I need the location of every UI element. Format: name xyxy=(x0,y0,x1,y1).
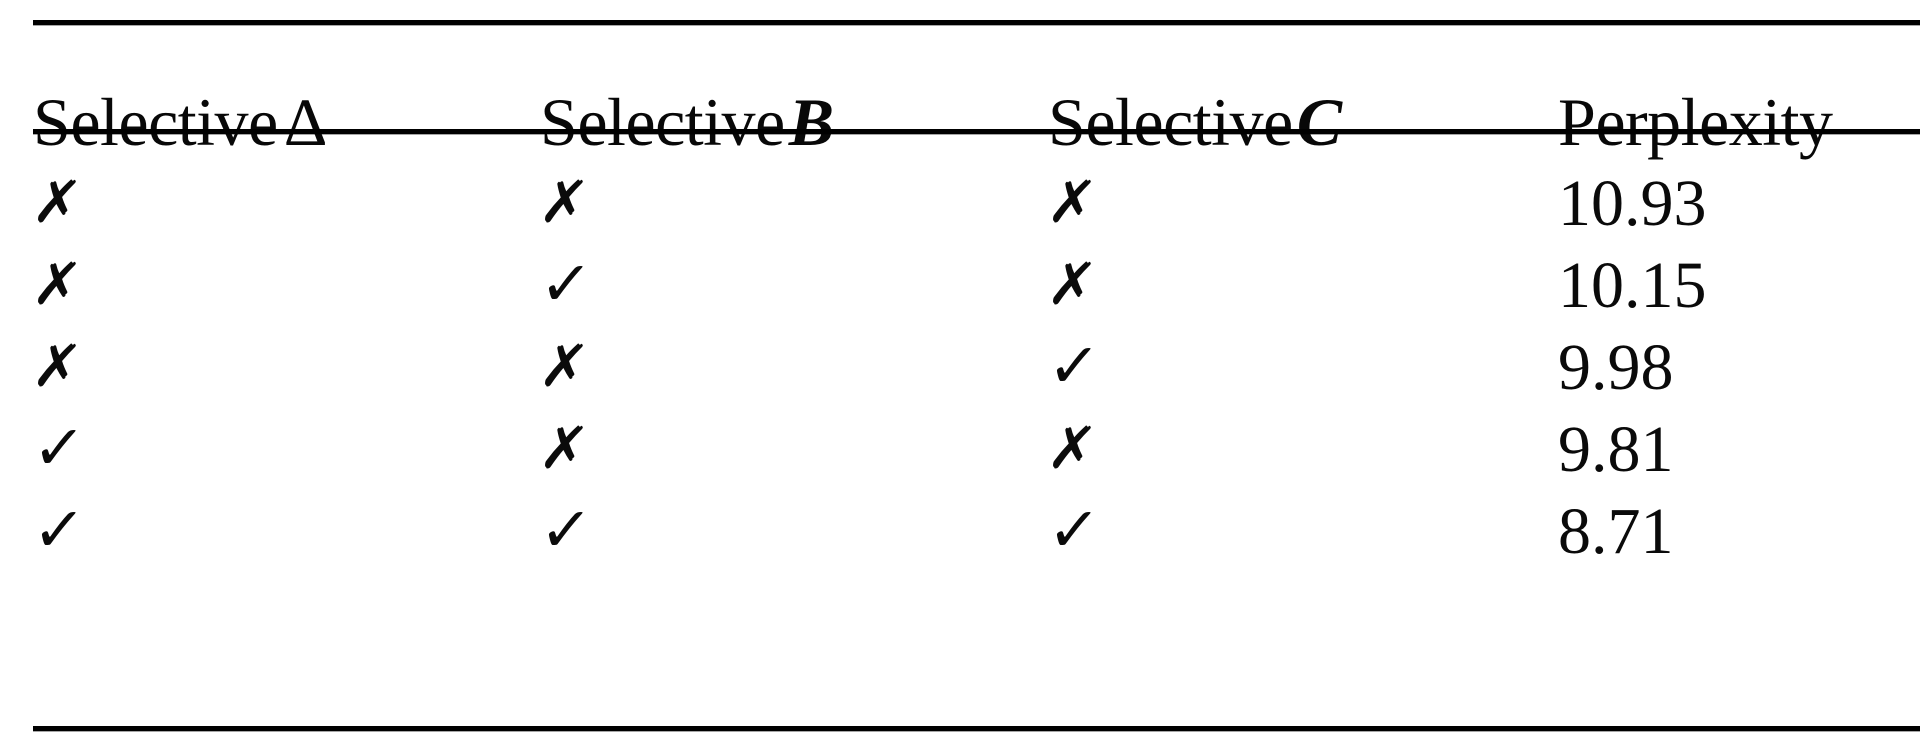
table-bottom-rule xyxy=(33,726,1920,732)
column-header-selective-b-prefix: Selective xyxy=(540,84,785,160)
cell-selective-delta: ✗ xyxy=(29,168,86,236)
cell-selective-b: ✗ xyxy=(536,414,593,482)
table-row: ✗ ✗ ✓ 9.98 xyxy=(0,328,1920,412)
table-mid-rule xyxy=(33,129,1920,135)
column-header-selective-delta-prefix: Selective xyxy=(33,84,278,160)
cell-perplexity: 10.15 xyxy=(1558,249,1707,322)
cell-selective-c: ✓ xyxy=(1045,329,1103,402)
table-row: ✓ ✓ ✓ 8.71 xyxy=(0,492,1920,576)
table-header-row: SelectiveΔ SelectiveB SelectiveC Perplex… xyxy=(0,40,1920,160)
b-symbol: B xyxy=(788,84,834,160)
column-header-selective-delta: SelectiveΔ xyxy=(33,82,327,162)
cell-selective-b: ✗ xyxy=(536,168,593,236)
cell-perplexity: 9.98 xyxy=(1558,331,1674,404)
cell-selective-delta: ✓ xyxy=(30,411,88,484)
cell-selective-c: ✓ xyxy=(1045,493,1103,566)
table-row: ✗ ✓ ✗ 10.15 xyxy=(0,246,1920,330)
delta-symbol: Δ xyxy=(283,84,328,160)
column-header-perplexity: Perplexity xyxy=(1558,84,1833,160)
cell-selective-delta: ✓ xyxy=(30,493,88,566)
column-header-selective-b: SelectiveB xyxy=(540,82,834,162)
cell-selective-delta: ✗ xyxy=(29,332,86,400)
cell-perplexity: 9.81 xyxy=(1558,413,1674,486)
cell-selective-c: ✗ xyxy=(1044,168,1101,236)
c-symbol: C xyxy=(1296,84,1342,160)
cell-selective-c: ✗ xyxy=(1044,250,1101,318)
ablation-table-figure: SelectiveΔ SelectiveB SelectiveC Perplex… xyxy=(0,0,1920,752)
column-header-selective-c-prefix: Selective xyxy=(1048,84,1293,160)
column-header-selective-c: SelectiveC xyxy=(1048,82,1342,162)
cell-selective-c: ✗ xyxy=(1044,414,1101,482)
table-row: ✓ ✗ ✗ 9.81 xyxy=(0,410,1920,494)
cell-selective-delta: ✗ xyxy=(29,250,86,318)
table-row: ✗ ✗ ✗ 10.93 xyxy=(0,164,1920,248)
cell-selective-b: ✓ xyxy=(537,493,595,566)
cell-selective-b: ✗ xyxy=(536,332,593,400)
cell-selective-b: ✓ xyxy=(537,247,595,320)
cell-perplexity: 10.93 xyxy=(1558,167,1707,240)
table-top-rule xyxy=(33,20,1920,26)
cell-perplexity: 8.71 xyxy=(1558,495,1674,568)
